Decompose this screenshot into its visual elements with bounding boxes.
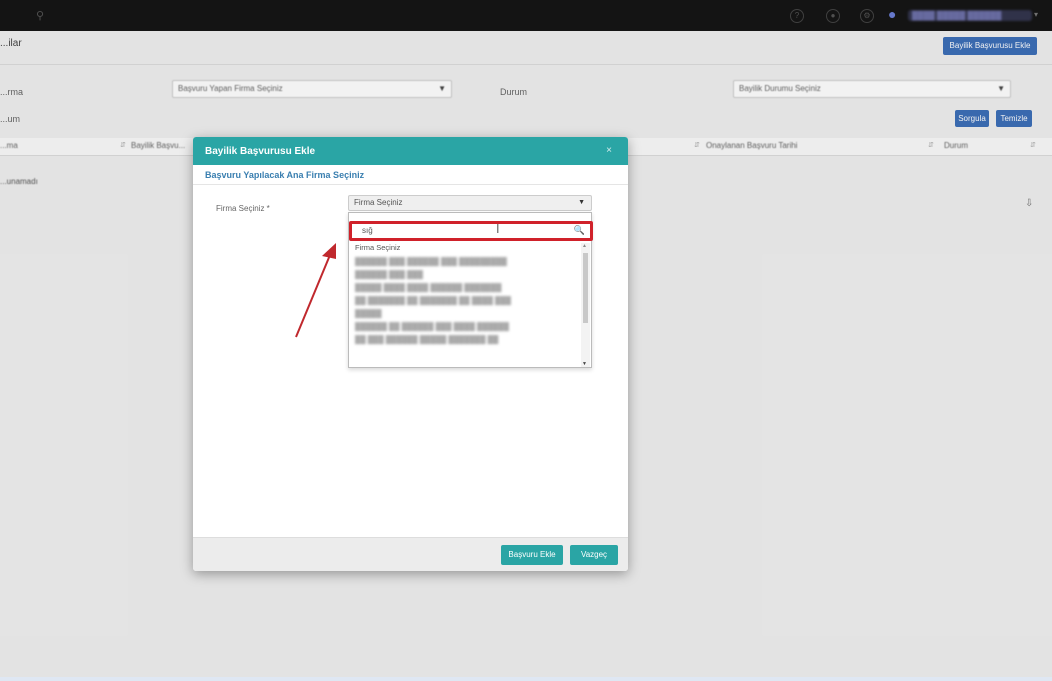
divider (193, 184, 628, 185)
add-application-modal: Bayilik Başvurusu Ekle × Başvuru Yapılac… (193, 137, 628, 571)
dropdown-option[interactable]: █████ ████ ████ ██████ ███████ (349, 283, 582, 293)
dropdown-option[interactable]: █████ (349, 309, 582, 319)
company-field-label: Firma Seçiniz * (216, 204, 270, 213)
dropdown-option[interactable]: ██████ ██ ██████ ███ ████ ██████ (349, 322, 582, 332)
modal-subtitle: Başvuru Yapılacak Ana Firma Seçiniz (205, 170, 365, 180)
scroll-up-icon[interactable]: ▲ (582, 243, 587, 249)
apply-button[interactable]: Başvuru Ekle (501, 545, 563, 565)
bottom-strip (0, 677, 1052, 681)
search-icon: 🔍 (573, 225, 585, 235)
scrollbar-thumb[interactable] (583, 253, 588, 323)
scroll-down-icon[interactable]: ▼ (582, 361, 587, 367)
company-dropdown: sığ I 🔍 Firma Seçiniz ██████ ███ ██████ … (348, 212, 593, 368)
modal-title: Bayilik Başvurusu Ekle (205, 146, 316, 157)
dropdown-search-value: sığ (362, 226, 373, 235)
company-select[interactable]: Firma Seçiniz ▼ (348, 195, 592, 211)
text-cursor-icon: I (496, 222, 500, 236)
dropdown-option[interactable]: ██ ███████ ██ ███████ ██ ████ ███ (349, 296, 582, 306)
dropdown-option[interactable]: ██████ ███ ███ (349, 270, 582, 280)
chevron-down-icon: ▼ (578, 199, 585, 206)
company-select-value: Firma Seçiniz (354, 198, 403, 207)
dropdown-search-input[interactable]: sığ I 🔍 (349, 221, 593, 241)
dropdown-option[interactable]: ██████ ███ ██████ ███ █████████ (349, 257, 582, 267)
modal-header: Bayilik Başvurusu Ekle × (193, 137, 628, 165)
close-icon[interactable]: × (606, 145, 612, 156)
dropdown-option[interactable]: Firma Seçiniz (349, 243, 582, 253)
dropdown-option[interactable]: ██ ███ ██████ █████ ███████ ██ (349, 335, 582, 345)
cancel-button[interactable]: Vazgeç (570, 545, 618, 565)
dropdown-options-list: Firma Seçiniz ██████ ███ ██████ ███ ████… (349, 243, 582, 367)
modal-footer: Başvuru Ekle Vazgeç (193, 537, 628, 571)
dropdown-scrollbar[interactable]: ▲ ▼ (581, 243, 590, 367)
